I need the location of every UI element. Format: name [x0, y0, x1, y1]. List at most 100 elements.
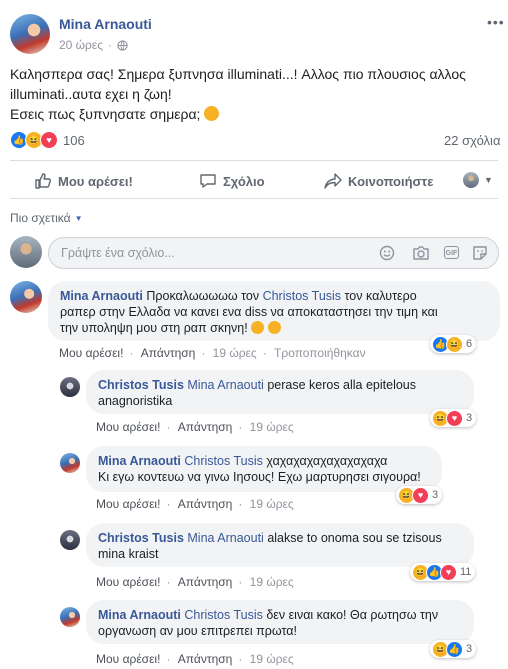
- like-button[interactable]: Μου αρέσει!: [34, 172, 133, 190]
- comment-like-link[interactable]: Μου αρέσει!: [59, 346, 123, 360]
- comment-like-link[interactable]: Μου αρέσει!: [96, 652, 160, 666]
- comment-line: anagnoristika: [98, 394, 173, 408]
- avatar: [463, 172, 479, 188]
- comment-line: Mina Arnaouti Christos Tusis δεν ειναι κ…: [98, 607, 462, 623]
- comment-line: Mina Arnaouti Christos Tusis χαχαχαχαχαχ…: [98, 453, 430, 469]
- camera-icon[interactable]: [412, 245, 430, 261]
- post-text-line: Εσεις πως ξυπνησατε σημερα;: [10, 104, 500, 124]
- like-button-label: Μου αρέσει!: [58, 173, 133, 189]
- comment-time[interactable]: 19 ώρες: [250, 420, 294, 434]
- comment-line: Christos Tusis Mina Arnaouti perase kero…: [98, 377, 462, 393]
- comment-text: δεν ειναι κακο! Θα ρωτησω την: [266, 608, 439, 622]
- reactions-count: 106: [63, 132, 85, 148]
- comment-reactions[interactable]: 😆 ♥ 3: [430, 409, 477, 427]
- share-button-label: Κοινοποιήστε: [348, 173, 434, 189]
- reaction-count: 6: [466, 338, 473, 350]
- comment-sort-dropdown[interactable]: Πιο σχετικά ▼: [10, 211, 83, 225]
- comment-button-label: Σχόλιο: [223, 173, 265, 189]
- comment-reactions[interactable]: 👍 😆 6: [430, 335, 477, 353]
- reaction-count: 3: [466, 643, 473, 655]
- post-time[interactable]: 20 ώρες: [59, 38, 103, 52]
- share-button[interactable]: Κοινοποιήστε: [324, 172, 433, 190]
- reply-bubble: Christos Tusis Mina Arnaouti perase kero…: [86, 370, 474, 414]
- sticker-icon[interactable]: [472, 245, 488, 261]
- comment-time[interactable]: 19 ώρες: [250, 497, 294, 511]
- gif-icon[interactable]: GIF: [444, 246, 459, 259]
- comment-reply-link[interactable]: Απάντηση: [178, 575, 233, 589]
- comment-input[interactable]: Γράψτε ένα σχόλιο...: [61, 246, 175, 260]
- share-arrow-icon: [324, 173, 342, 189]
- comment-author[interactable]: Christos Tusis: [98, 531, 184, 545]
- comment-text: τον καλυτερο: [344, 289, 417, 303]
- comment-author[interactable]: Mina Arnaouti: [98, 608, 181, 622]
- laughing-emoji: [267, 321, 281, 334]
- comment-reply-link[interactable]: Απάντηση: [178, 497, 233, 511]
- comment-like-link[interactable]: Μου αρέσει!: [96, 420, 160, 434]
- comment-time[interactable]: 19 ώρες: [250, 575, 294, 589]
- comment-line: Mina Arnaouti Προκαλωωωωω τον Christos T…: [60, 288, 488, 304]
- post-meta: 20 ώρες ·: [59, 38, 128, 52]
- comment-reactions[interactable]: 😆 👍 3: [430, 640, 477, 658]
- comment-text: perase keros alla epitelous: [267, 378, 417, 392]
- comment-reply-link[interactable]: Απάντηση: [178, 420, 233, 434]
- mention-link[interactable]: Mina Arnaouti: [187, 531, 263, 545]
- reply-bubble: Mina Arnaouti Christos Tusis χαχαχαχαχαχ…: [86, 446, 442, 492]
- post-text-line: Καλησπερα σας! Σημερα ξυπνησα illuminati…: [10, 66, 466, 82]
- current-user-avatar: [10, 236, 42, 268]
- smiley-icon[interactable]: [379, 245, 395, 261]
- love-reaction-icon: ♥: [412, 486, 429, 504]
- comment-like-link[interactable]: Μου αρέσει!: [96, 497, 160, 511]
- share-as-selector[interactable]: ▼: [463, 172, 493, 188]
- comment-text: alakse to onoma sou se tzisous: [267, 531, 442, 545]
- grin-emoji: [251, 321, 265, 334]
- comment-reply-link[interactable]: Απάντηση: [141, 346, 196, 360]
- comment-like-link[interactable]: Μου αρέσει!: [96, 575, 160, 589]
- author-avatar[interactable]: [10, 14, 50, 54]
- reply-bubble: Mina Arnaouti Christos Tusis δεν ειναι κ…: [86, 600, 474, 644]
- mention-link[interactable]: Christos Tusis: [184, 608, 263, 622]
- reaction-summary[interactable]: 👍 😆 ♥ 106: [10, 131, 85, 149]
- mention-link[interactable]: Christos Tusis: [184, 454, 263, 468]
- haha-reaction-icon: 😆: [446, 335, 463, 353]
- comment-reactions[interactable]: 😆 👍 ♥ 11: [410, 563, 476, 581]
- comment-reactions[interactable]: 😆 ♥ 3: [396, 486, 443, 504]
- comment-avatar[interactable]: [10, 281, 42, 313]
- laughing-emoji: [204, 106, 220, 121]
- more-icon[interactable]: •••: [487, 14, 505, 30]
- reply-avatar[interactable]: [60, 530, 80, 550]
- divider: [10, 198, 498, 199]
- reply-actions: Μου αρέσει! · Απάντηση · 19 ώρες: [96, 497, 294, 511]
- comment-text: χαχαχαχαχαχαχαχαχα: [266, 454, 388, 468]
- comment-button[interactable]: Σχόλιο: [199, 172, 265, 190]
- reply-bubble: Christos Tusis Mina Arnaouti alakse to o…: [86, 523, 474, 567]
- reply-avatar[interactable]: [60, 377, 80, 397]
- mention-link[interactable]: Mina Arnaouti: [187, 378, 263, 392]
- comment-text: Προκαλωωωωω τον: [146, 289, 260, 303]
- comment-line: Christos Tusis Mina Arnaouti alakse to o…: [98, 530, 462, 546]
- chevron-down-icon: ▼: [74, 213, 83, 223]
- reply-avatar[interactable]: [60, 453, 80, 473]
- chevron-down-icon: ▼: [484, 175, 493, 185]
- comments-count[interactable]: 22 σχόλια: [444, 133, 500, 148]
- reply-avatar[interactable]: [60, 607, 80, 627]
- comment-author[interactable]: Mina Arnaouti: [60, 289, 143, 303]
- comment-reply-link[interactable]: Απάντηση: [178, 652, 233, 666]
- love-reaction-icon: ♥: [446, 409, 463, 427]
- comment-time[interactable]: 19 ώρες: [250, 652, 294, 666]
- edited-label[interactable]: Τροποποιήθηκαν: [274, 346, 366, 360]
- comment-bubble: Mina Arnaouti Προκαλωωωωω τον Christos T…: [48, 281, 500, 341]
- comment-time[interactable]: 19 ώρες: [213, 346, 257, 360]
- comment-composer[interactable]: Γράψτε ένα σχόλιο... GIF: [48, 237, 499, 269]
- comment-author[interactable]: Christos Tusis: [98, 378, 184, 392]
- love-reaction-icon: ♥: [440, 563, 457, 581]
- comment-line: οργανωση αν μου επιτρεπει πρωτα!: [98, 624, 297, 638]
- globe-icon: [117, 39, 128, 51]
- comment-author[interactable]: Mina Arnaouti: [98, 454, 181, 468]
- mention-link[interactable]: Christos Tusis: [263, 289, 342, 303]
- like-reaction-icon: 👍: [446, 640, 463, 658]
- reply-actions: Μου αρέσει! · Απάντηση · 19 ώρες: [96, 420, 294, 434]
- love-reaction-icon: ♥: [40, 131, 58, 149]
- divider: [10, 160, 498, 161]
- post-author-name[interactable]: Mina Arnaouti: [59, 16, 152, 32]
- post-text-line: illuminati..αυτα εχει η ζωη!: [10, 86, 172, 102]
